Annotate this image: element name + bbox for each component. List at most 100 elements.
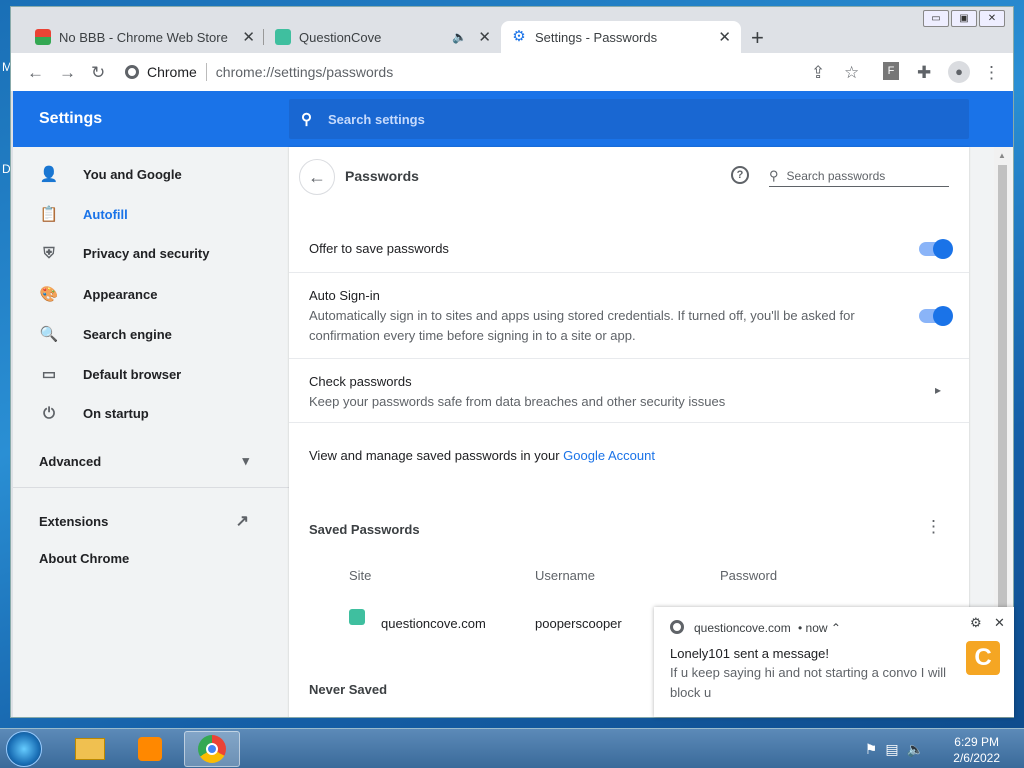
search-icon: ⚲ [301, 111, 312, 128]
settings-header: Settings ⚲ Search settings [13, 91, 1013, 147]
search-icon: ⚲ [769, 167, 779, 183]
close-window-button[interactable]: ✕ [979, 10, 1005, 27]
search-passwords-input[interactable]: ⚲ Search passwords [769, 165, 949, 187]
sidebar-item-label: Search engine [83, 326, 172, 342]
sidebar-item-extensions[interactable]: Extensions ↗ [39, 511, 249, 531]
never-saved-heading: Never Saved [309, 682, 388, 697]
notification-title: Lonely101 sent a message! [670, 646, 829, 661]
row-site[interactable]: questioncove.com [381, 616, 486, 631]
chrome-icon [125, 65, 139, 79]
auto-signin-toggle[interactable] [919, 306, 953, 326]
offer-to-save-label: Offer to save passwords [309, 241, 449, 256]
check-passwords-row[interactable]: Check passwords Keep your passwords safe… [289, 359, 969, 423]
sidebar-item-autofill[interactable]: 📋 Autofill [39, 205, 128, 223]
settings-sidebar: 👤 You and Google 📋 Autofill ⛨ Privacy an… [13, 147, 289, 717]
forward-button[interactable]: → [59, 63, 76, 83]
tab-title: Settings - Passwords [535, 29, 658, 45]
site-label: Chrome [147, 64, 197, 80]
maximize-button[interactable]: ▣ [951, 10, 977, 27]
sidebar-advanced[interactable]: Advanced ▾ [39, 453, 249, 469]
audio-icon[interactable]: 🔈 [452, 30, 467, 44]
search-icon: 🔍 [39, 326, 59, 343]
notification-body: If u keep saying hi and not starting a c… [670, 665, 947, 680]
start-button[interactable] [6, 731, 42, 767]
close-tab-icon[interactable]: ✕ [478, 28, 491, 46]
tab-questioncove[interactable]: QuestionCove 🔈 ✕ [265, 21, 501, 53]
address-bar[interactable]: Chrome chrome://settings/passwords [125, 58, 805, 86]
action-center-flag-icon[interactable]: ⚑ [865, 741, 878, 758]
back-button[interactable]: ← [27, 63, 44, 83]
close-tab-icon[interactable]: ✕ [718, 28, 731, 46]
back-arrow-button[interactable]: ← [299, 159, 335, 195]
search-settings-placeholder: Search settings [328, 111, 425, 127]
sidebar-item-appearance[interactable]: 🎨 Appearance [39, 285, 158, 303]
profile-avatar[interactable]: ● [948, 61, 970, 83]
sidebar-item-about-chrome[interactable]: About Chrome [39, 551, 129, 566]
search-settings-input[interactable]: ⚲ Search settings [289, 99, 969, 139]
sidebar-item-label: Appearance [83, 286, 158, 302]
tab-title: No BBB - Chrome Web Store [59, 29, 228, 45]
google-account-link[interactable]: Google Account [563, 448, 655, 463]
chrome-menu-icon[interactable]: ⋮ [983, 63, 1000, 83]
browser-toolbar: ← → ↻ Chrome chrome://settings/passwords… [11, 53, 1013, 91]
sidebar-item-label: Advanced [39, 453, 102, 469]
check-passwords-description: Keep your passwords safe from data breac… [309, 394, 726, 409]
volume-icon[interactable]: 🔈 [907, 741, 924, 758]
scroll-up-icon[interactable]: ▲ [998, 151, 1006, 160]
window-controls: ▭ ▣ ✕ [921, 10, 1005, 27]
help-icon[interactable]: ? [731, 166, 749, 184]
minimize-button[interactable]: ▭ [923, 10, 949, 27]
sidebar-item-on-startup[interactable]: ⏻ On startup [39, 405, 149, 422]
taskbar-media-player[interactable] [122, 731, 178, 767]
browser-icon: ▭ [41, 366, 57, 383]
bookmark-star-icon[interactable]: ☆ [844, 63, 859, 83]
share-icon[interactable]: ⇪ [811, 63, 825, 83]
system-clock[interactable]: 6:29 PM 2/6/2022 [953, 734, 1000, 766]
column-header-username: Username [535, 568, 595, 583]
network-icon[interactable]: ▤ [885, 741, 898, 758]
notification-time: • now ⌃ [798, 621, 841, 635]
taskbar-explorer[interactable] [62, 731, 118, 767]
chevron-down-icon: ▾ [242, 453, 249, 468]
chrome-icon [670, 620, 684, 634]
reload-button[interactable]: ↻ [91, 63, 105, 83]
sidebar-item-label: About Chrome [39, 551, 130, 566]
notification-source: questioncove.com [694, 621, 791, 635]
sidebar-item-privacy-and-security[interactable]: ⛨ Privacy and security [39, 245, 209, 262]
saved-passwords-menu-icon[interactable]: ⋮ [925, 517, 942, 537]
power-icon: ⏻ [43, 405, 55, 422]
sidebar-item-label: Extensions [39, 513, 109, 529]
url-text[interactable]: chrome://settings/passwords [216, 64, 393, 80]
gear-icon[interactable]: ⚙ [970, 615, 982, 631]
manage-passwords-label: View and manage saved passwords in your [309, 448, 564, 463]
clock-date: 2/6/2022 [953, 751, 1000, 765]
auto-signin-row: Auto Sign-in Automatically sign in to si… [289, 273, 969, 359]
chrome-notification[interactable]: questioncove.com • now ⌃ ⚙ ✕ Lonely101 s… [654, 607, 1014, 717]
page-title: Passwords [345, 168, 419, 184]
clock-time: 6:29 PM [954, 735, 999, 749]
auto-signin-title: Auto Sign-in [309, 288, 380, 303]
tab-chrome-web-store[interactable]: No BBB - Chrome Web Store ✕ [25, 21, 265, 53]
auto-signin-description-cont: confirmation every time before signing i… [309, 328, 636, 343]
chevron-right-icon: ▸ [935, 383, 942, 397]
sidebar-item-you-and-google[interactable]: 👤 You and Google [39, 165, 182, 183]
palette-icon: 🎨 [39, 286, 59, 303]
media-player-icon [138, 737, 162, 761]
check-passwords-title: Check passwords [309, 374, 412, 389]
offer-to-save-toggle[interactable] [919, 239, 953, 259]
row-username: pooperscooper [535, 616, 622, 631]
sidebar-item-search-engine[interactable]: 🔍 Search engine [39, 325, 172, 343]
extension-f-icon[interactable]: F [883, 62, 899, 80]
questioncove-icon [275, 29, 291, 45]
sidebar-item-default-browser[interactable]: ▭ Default browser [39, 365, 181, 383]
close-icon[interactable]: ✕ [994, 615, 1005, 631]
close-tab-icon[interactable]: ✕ [242, 28, 255, 46]
system-tray: ⚑ ▤ 🔈 [865, 741, 924, 758]
shield-icon: ⛨ [43, 245, 55, 262]
sidebar-item-label: Privacy and security [83, 246, 210, 261]
tab-settings-passwords[interactable]: ⚙ Settings - Passwords ✕ [501, 21, 741, 53]
extensions-puzzle-icon[interactable]: ✚ [917, 63, 931, 83]
taskbar-chrome[interactable] [184, 731, 240, 767]
omnibox-divider [205, 63, 207, 81]
new-tab-button[interactable]: + [751, 25, 764, 51]
